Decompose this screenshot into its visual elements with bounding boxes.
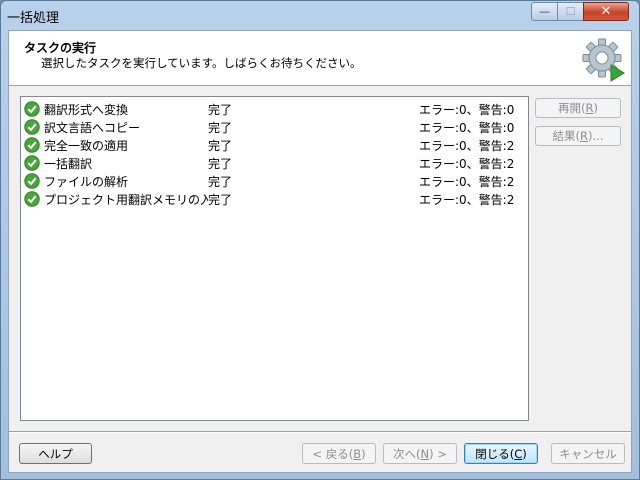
back-accel-key: B [353, 446, 362, 461]
task-result: エラー:0、警告:0 [419, 120, 515, 135]
task-result: エラー:0、警告:2 [419, 174, 515, 189]
task-name: 訳文言語へコピー [44, 120, 141, 135]
task-name: 完全一致の適用 [44, 138, 129, 153]
task-row[interactable]: 一括翻訳 完了 エラー:0、警告:2 [24, 154, 524, 172]
results-accel-key: R [580, 129, 589, 143]
close-icon: ✕ [600, 4, 612, 19]
help-label: ヘルプ [38, 446, 73, 461]
task-row[interactable]: 翻訳形式へ変換 完了 エラー:0、警告:0 [24, 100, 524, 118]
wizard-header: タスクの実行 選択したタスクを実行しています。しばらくお待ちください。 [9, 31, 631, 86]
task-name: 翻訳形式へ変換 [44, 102, 129, 117]
task-status: 完了 [208, 120, 233, 135]
task-result: エラー:0、警告:2 [419, 156, 515, 171]
task-status: 完了 [208, 174, 233, 189]
maximize-button[interactable]: ☐ [557, 2, 584, 21]
dialog-client: タスクの実行 選択したタスクを実行しています。しばらくお待ちください。 翻訳形式… [8, 30, 632, 473]
next-label-post: ) > [429, 446, 447, 461]
minimize-button[interactable]: — [531, 2, 558, 21]
check-circle-icon [24, 155, 40, 171]
task-result: エラー:0、警告:0 [419, 102, 515, 117]
results-label-pre: 結果( [552, 129, 581, 143]
check-circle-icon [24, 101, 40, 117]
task-row[interactable]: 訳文言語へコピー 完了 エラー:0、警告:0 [24, 118, 524, 136]
task-name: プロジェクト用翻訳メモリの入力 [44, 192, 208, 207]
back-label-post: ) [361, 446, 366, 461]
cancel-label: キャンセル [559, 446, 617, 461]
cancel-button[interactable]: キャンセル [551, 443, 625, 464]
task-status: 完了 [208, 102, 233, 117]
close-label-pre: 閉じる( [475, 446, 515, 461]
check-circle-icon [24, 173, 40, 189]
page-subtitle: 選択したタスクを実行しています。しばらくお待ちください。 [41, 56, 362, 70]
restart-accel-key: R [585, 101, 594, 115]
batch-window: 一括処理 — ☐ ✕ タスクの実行 選択したタスクを実行しています。しばらくお待… [0, 0, 640, 480]
task-result: エラー:0、警告:2 [419, 192, 515, 207]
check-circle-icon [24, 119, 40, 135]
check-circle-icon [24, 191, 40, 207]
next-accel-key: N [420, 446, 430, 461]
gear-play-icon [582, 38, 625, 82]
results-button[interactable]: 結果(R)... [535, 126, 621, 146]
task-status: 完了 [208, 156, 233, 171]
minimize-icon: — [539, 5, 550, 18]
close-accel-key: C [514, 446, 523, 461]
restart-label-pre: 再開( [558, 101, 586, 115]
title-bar[interactable]: 一括処理 — ☐ ✕ [1, 1, 639, 29]
results-label-post: )... [588, 129, 604, 143]
task-row[interactable]: 完全一致の適用 完了 エラー:0、警告:2 [24, 136, 524, 154]
task-status: 完了 [208, 192, 233, 207]
task-row[interactable]: プロジェクト用翻訳メモリの入力 完了 エラー:0、警告:2 [24, 190, 524, 208]
close-window-button[interactable]: ✕ [583, 2, 629, 21]
next-button[interactable]: 次へ(N) > [383, 443, 457, 464]
close-label-post: ) [522, 446, 527, 461]
task-result: エラー:0、警告:2 [419, 138, 515, 153]
window-title: 一括処理 [7, 11, 60, 26]
task-list[interactable]: 翻訳形式へ変換 完了 エラー:0、警告:0 訳文言語へコピー 完了 エラー:0、… [20, 96, 529, 421]
back-label-pre: < 戻る( [312, 446, 354, 461]
check-circle-icon [24, 137, 40, 153]
page-title: タスクの実行 [24, 41, 97, 55]
next-label-pre: 次へ( [393, 446, 421, 461]
maximize-icon: ☐ [565, 5, 576, 18]
back-button[interactable]: < 戻る(B) [302, 443, 376, 464]
close-button[interactable]: 閉じる(C) [464, 443, 538, 464]
task-name: 一括翻訳 [44, 156, 93, 171]
restart-button[interactable]: 再開(R) [535, 98, 621, 118]
task-name: ファイルの解析 [44, 174, 129, 189]
footer-divider [9, 431, 631, 433]
help-button[interactable]: ヘルプ [19, 443, 92, 464]
task-row[interactable]: ファイルの解析 完了 エラー:0、警告:2 [24, 172, 524, 190]
task-status: 完了 [208, 138, 233, 153]
restart-label-post: ) [593, 101, 599, 115]
